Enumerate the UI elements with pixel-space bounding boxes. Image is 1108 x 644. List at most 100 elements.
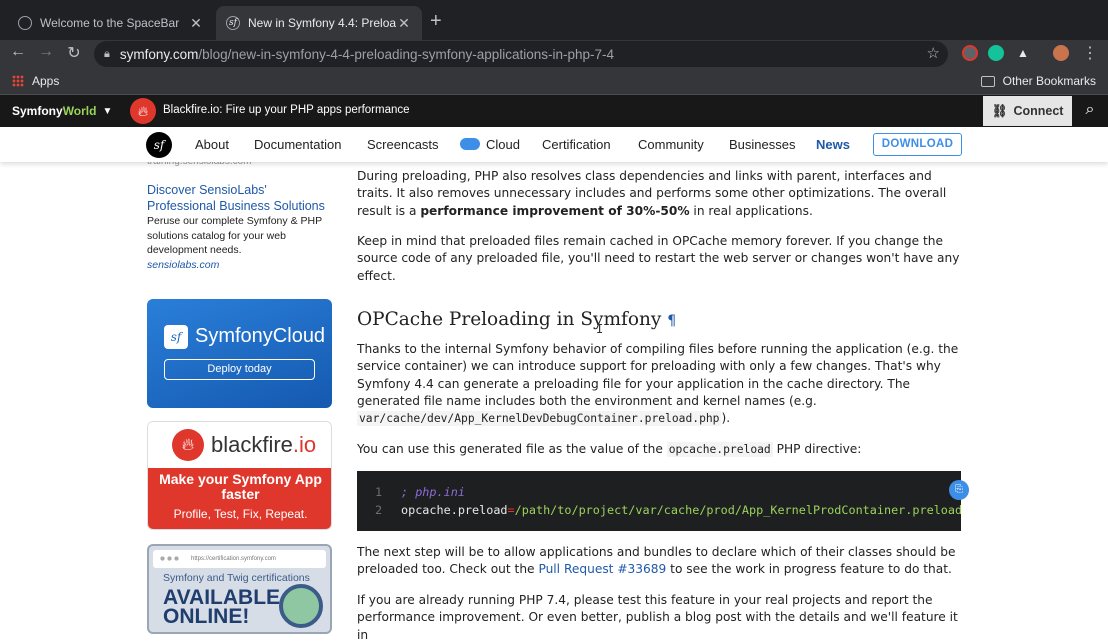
nav-certification[interactable]: Certification [542,137,611,152]
browser-toolbar: ← → ↻ 🔒︎ symfony.com/blog/new-in-symfony… [0,40,1108,68]
blackfire-ad-body: Make your Symfony App faster Profile, Te… [148,468,331,529]
world-label: Symfony [12,104,63,118]
connect-button[interactable]: ⛓ Connect [983,96,1072,126]
bookmarks-bar: Apps Other Bookmarks [0,68,1108,95]
code-comment: ; php.ini [401,485,465,499]
certification-ad[interactable]: https://certification.symfony.com Symfon… [147,544,332,634]
nav-cloud-label: Cloud [486,137,520,152]
p3-text-b: ). [721,411,731,426]
code-value: /path/to/project/var/cache/prod/App_Kern… [514,503,961,517]
window-dots-icon [159,556,181,561]
brand-suffix: .io [292,432,317,457]
apps-grid-icon [12,75,24,87]
paragraph-preloading-details: During preloading, PHP also resolves cla… [357,168,961,220]
brand-name: blackfire [211,432,293,457]
p5-text-b: to see the work in progress feature to d… [666,562,952,577]
blackfire-promo-link[interactable]: Blackfire.io: Fire up your PHP apps perf… [163,104,410,116]
cloud-icon [460,138,480,150]
certification-badge-icon [279,584,323,628]
tab-symfony-preloading[interactable]: sf New in Symfony 4.4: Preloading ✕ [216,6,422,40]
flame-extension-icon[interactable]: ▲ [1015,45,1031,61]
tab-title: New in Symfony 4.4: Preloading [248,16,396,30]
download-button[interactable]: DOWNLOAD [873,133,962,156]
close-icon[interactable]: ✕ [188,15,204,32]
code-key: opcache.preload [401,503,508,517]
url-path: /blog/new-in-symfony-4-4-preloading-symf… [198,46,615,62]
p3-text-a: Thanks to the internal Symfony behavior … [357,342,959,408]
inline-code-directive: opcache.preload [666,442,773,457]
lock-icon: 🔒︎ [104,47,110,60]
blackfire-ad-header: 🔥︎ blackfire.io [148,422,331,468]
heading-anchor-link[interactable]: ¶ [667,313,676,329]
bookmark-star-icon[interactable]: ☆ [927,44,940,62]
folder-icon [980,75,995,87]
blackfire-headline: Make your Symfony App faster [159,471,322,502]
nav-documentation[interactable]: Documentation [254,137,341,152]
nav-news[interactable]: News [816,137,850,152]
back-icon[interactable]: ← [8,43,28,61]
apps-bookmark[interactable]: Apps [12,74,59,88]
sensiolabs-link[interactable]: sensiolabs.com [147,259,219,271]
deploy-today-button[interactable]: Deploy today [164,359,315,380]
paragraph-opcache-directive: You can use this generated file as the v… [357,441,961,458]
paragraph-symfony-preloading: Thanks to the internal Symfony behavior … [357,341,961,427]
symfony-logo[interactable]: sf [146,132,172,158]
sensiolabs-title-link[interactable]: Discover SensioLabs' Professional Busine… [147,182,337,214]
browser-tab-bar: Welcome to the SpaceBar ✕ sf New in Symf… [0,0,1108,40]
sensiolabs-description: Peruse our complete Symfony & PHP soluti… [147,215,322,256]
nav-businesses[interactable]: Businesses [729,137,795,152]
globe-icon [18,16,32,30]
pull-request-link[interactable]: Pull Request #33689 [538,562,666,576]
link-icon: ⛓ [991,103,1008,118]
symfony-top-bar: Symfony World ▼ 🔥︎ Blackfire.io: Fire up … [0,95,1108,127]
cloud-ad-name: SymfonyCloud [195,325,326,347]
search-icon[interactable]: ⌕ [1078,101,1102,121]
p1-text-b: in real applications. [689,203,813,218]
blackfire-sub: Profile, Test, Fix, Repeat. [173,507,308,521]
nav-screencasts[interactable]: Screencasts [367,137,439,152]
section-heading: OPCache Preloading in Symfony ¶ [357,309,676,330]
copy-icon[interactable]: ⎘ [949,480,969,500]
menu-dots-icon[interactable]: ⋮ [1080,43,1100,63]
paragraph-test-feature: If you are already running PHP 7.4, plea… [357,593,958,642]
inline-code-path: var/cache/dev/App_KernelDevDebugContaine… [357,411,722,427]
line-number: 2 [375,503,383,517]
symfony-world-menu[interactable]: Symfony World ▼ [0,95,122,127]
address-bar[interactable]: 🔒︎ symfony.com/blog/new-in-symfony-4-4-p… [94,41,948,67]
world-suffix: World [62,104,97,118]
other-bookmarks[interactable]: Other Bookmarks [980,74,1096,88]
grammarly-icon[interactable] [988,45,1004,61]
cert-title: Symfony and Twig certifications [163,572,310,584]
code-equals: = [507,503,515,517]
caret-down-icon: ▼ [102,105,113,117]
code-block: 1 2 ; php.ini opcache.preload=/path/to/p… [357,471,961,531]
blackfire-flame-icon: 🔥︎ [172,429,204,461]
nav-about[interactable]: About [195,137,229,152]
extension-record-icon[interactable] [962,45,978,61]
blackfire-flame-icon[interactable]: 🔥︎ [130,98,156,124]
nav-cloud[interactable]: Cloud [460,137,520,152]
url-domain: symfony.com [119,46,199,62]
cert-headline: AVAILABLE ONLINE! [163,586,281,628]
connect-label: Connect [1013,104,1064,118]
reload-icon[interactable]: ↻ [64,43,84,63]
nav-community[interactable]: Community [638,137,704,152]
main-navigation: sf About Documentation Screencasts Cloud… [0,127,1108,162]
forward-icon[interactable]: → [36,43,56,61]
paragraph-next-step: The next step will be to allow applicati… [357,544,961,579]
symfonycloud-ad[interactable]: sf SymfonyCloud Deploy today [147,299,332,408]
p1-bold: performance improvement of 30%-50% [420,203,690,218]
new-tab-icon[interactable]: + [430,10,442,33]
close-icon[interactable]: ✕ [396,15,412,32]
tab-title: Welcome to the SpaceBar [40,16,180,30]
blackfire-ad[interactable]: 🔥︎ blackfire.io Make your Symfony App fa… [147,421,332,530]
tab-welcome[interactable]: Welcome to the SpaceBar ✕ [8,6,214,40]
code-line: opcache.preload=/path/to/project/var/cac… [401,503,961,517]
symfony-favicon-icon: sf [226,16,240,30]
line-number: 1 [375,485,383,499]
profile-avatar[interactable] [1053,45,1069,61]
p4-text-a: You can use this generated file as the v… [357,442,667,456]
text-cursor-icon: I [596,322,604,336]
heading-text: OPCache Preloading in Symfony [357,309,662,330]
blackfire-brand: blackfire.io [211,432,316,458]
